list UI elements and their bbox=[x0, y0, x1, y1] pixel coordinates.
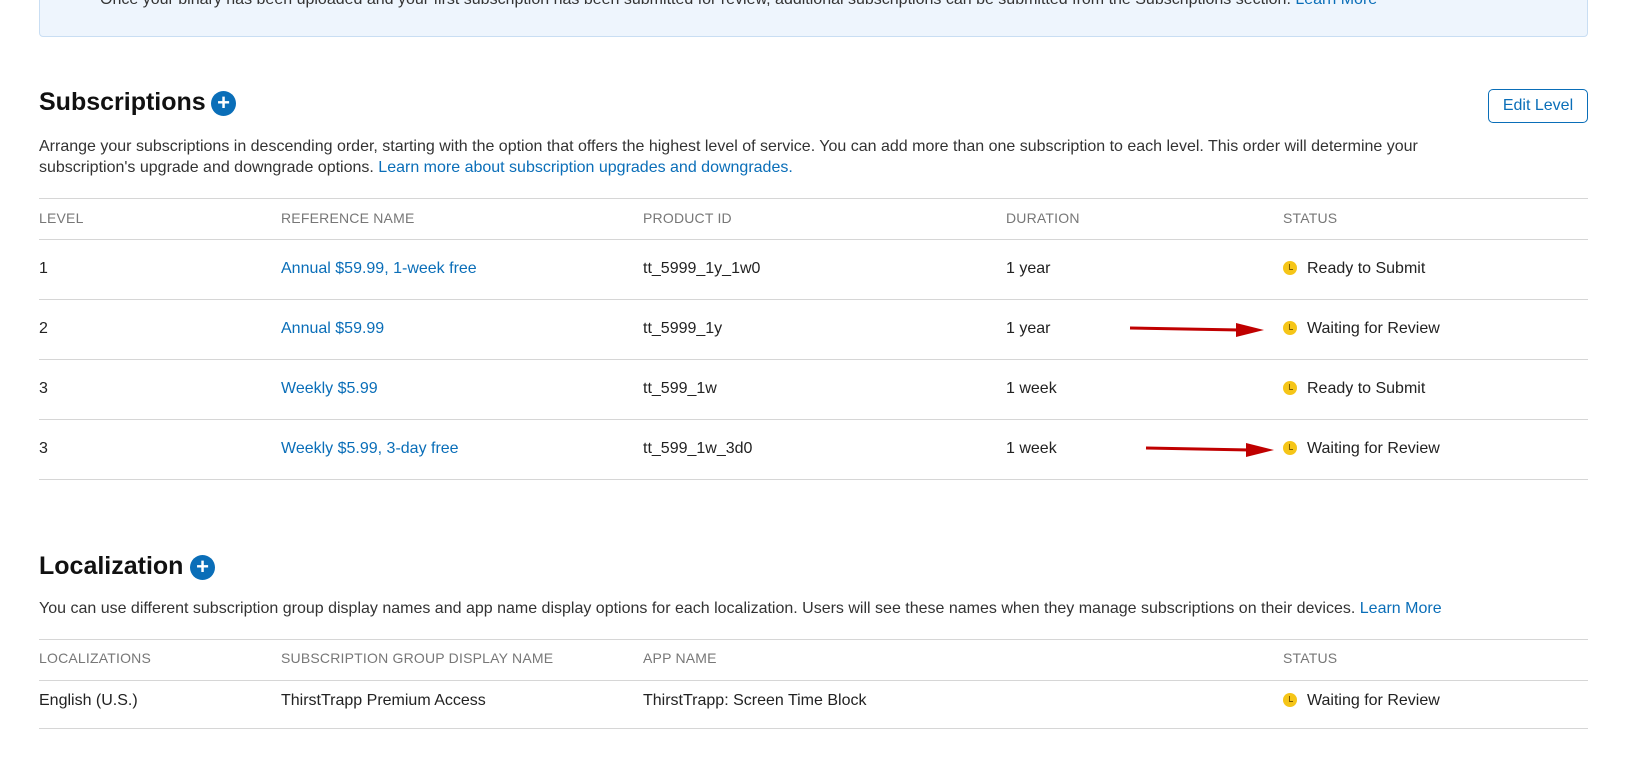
localization-learn-more-link[interactable]: Learn More bbox=[1360, 600, 1442, 617]
column-header: STATUS bbox=[1283, 210, 1338, 226]
level-cell: 1 bbox=[39, 260, 48, 277]
level-cell: 3 bbox=[39, 380, 48, 397]
clock-icon bbox=[1283, 441, 1297, 455]
table-divider bbox=[39, 359, 1588, 360]
banner-text: Once your binary has been uploaded and y… bbox=[100, 0, 1377, 9]
clock-icon bbox=[1283, 261, 1297, 275]
product-id-cell: tt_5999_1y_1w0 bbox=[643, 260, 761, 277]
status-text: Waiting for Review bbox=[1307, 440, 1440, 457]
column-header: STATUS bbox=[1283, 650, 1338, 666]
column-header: PRODUCT ID bbox=[643, 210, 732, 226]
table-divider bbox=[39, 639, 1588, 640]
duration-cell: 1 week bbox=[1006, 380, 1057, 397]
locale-cell: English (U.S.) bbox=[39, 692, 138, 709]
product-id-cell: tt_599_1w_3d0 bbox=[643, 440, 753, 457]
product-id-cell: tt_599_1w bbox=[643, 380, 717, 397]
status-badge: Waiting for Review bbox=[1283, 320, 1440, 338]
duration-cell: 1 week bbox=[1006, 440, 1057, 457]
annotation-arrow-icon bbox=[1145, 443, 1274, 457]
reference-name-link[interactable]: Annual $59.99, 1-week free bbox=[281, 260, 477, 278]
status-badge: Waiting for Review bbox=[1283, 692, 1440, 710]
status-badge: Ready to Submit bbox=[1283, 260, 1425, 278]
table-divider bbox=[39, 198, 1588, 199]
status-badge: Waiting for Review bbox=[1283, 440, 1440, 458]
level-cell: 2 bbox=[39, 320, 48, 337]
duration-cell: 1 year bbox=[1006, 260, 1051, 277]
localization-description-text: You can use different subscription group… bbox=[39, 600, 1356, 617]
level-cell: 3 bbox=[39, 440, 48, 457]
status-text: Ready to Submit bbox=[1307, 380, 1426, 397]
info-banner: Once your binary has been uploaded and y… bbox=[39, 0, 1588, 37]
add-subscription-plus-icon[interactable]: + bbox=[211, 91, 236, 116]
product-id-cell: tt_5999_1y bbox=[643, 320, 723, 337]
reference-name-link[interactable]: Annual $59.99 bbox=[281, 320, 384, 338]
subscriptions-title: Subscriptions bbox=[39, 88, 206, 116]
clock-icon bbox=[1283, 381, 1297, 395]
subscriptions-description: Arrange your subscriptions in descending… bbox=[39, 136, 1459, 178]
group-display-name-cell: ThirstTrapp Premium Access bbox=[281, 692, 486, 709]
banner-learn-more-link[interactable]: Learn More bbox=[1295, 0, 1377, 8]
column-header: APP NAME bbox=[643, 650, 717, 666]
table-divider bbox=[39, 680, 1588, 681]
table-divider bbox=[39, 419, 1588, 420]
table-divider bbox=[39, 479, 1588, 480]
status-text: Waiting for Review bbox=[1307, 692, 1440, 709]
localization-title: Localization bbox=[39, 552, 184, 580]
add-localization-plus-icon[interactable]: + bbox=[190, 555, 215, 580]
reference-name-link[interactable]: Weekly $5.99, 3-day free bbox=[281, 440, 459, 458]
status-badge: Ready to Submit bbox=[1283, 380, 1425, 398]
table-divider bbox=[39, 728, 1588, 729]
table-divider bbox=[39, 239, 1588, 240]
edit-level-button[interactable]: Edit Level bbox=[1488, 89, 1588, 123]
column-header: LEVEL bbox=[39, 210, 84, 226]
status-text: Ready to Submit bbox=[1307, 260, 1426, 277]
subscription-upgrades-link[interactable]: Learn more about subscription upgrades a… bbox=[378, 159, 793, 176]
clock-icon bbox=[1283, 321, 1297, 335]
reference-name-link[interactable]: Weekly $5.99 bbox=[281, 380, 378, 398]
duration-cell: 1 year bbox=[1006, 320, 1051, 337]
banner-message: Once your binary has been uploaded and y… bbox=[100, 0, 1291, 8]
table-divider bbox=[39, 299, 1588, 300]
column-header: LOCALIZATIONS bbox=[39, 650, 152, 666]
column-header: DURATION bbox=[1006, 210, 1080, 226]
localization-description: You can use different subscription group… bbox=[39, 598, 1599, 619]
status-text: Waiting for Review bbox=[1307, 320, 1440, 337]
app-name-cell: ThirstTrapp: Screen Time Block bbox=[643, 692, 867, 709]
clock-icon bbox=[1283, 693, 1297, 707]
column-header: SUBSCRIPTION GROUP DISPLAY NAME bbox=[281, 650, 554, 666]
column-header: REFERENCE NAME bbox=[281, 210, 415, 226]
annotation-arrow-icon bbox=[1129, 323, 1264, 337]
